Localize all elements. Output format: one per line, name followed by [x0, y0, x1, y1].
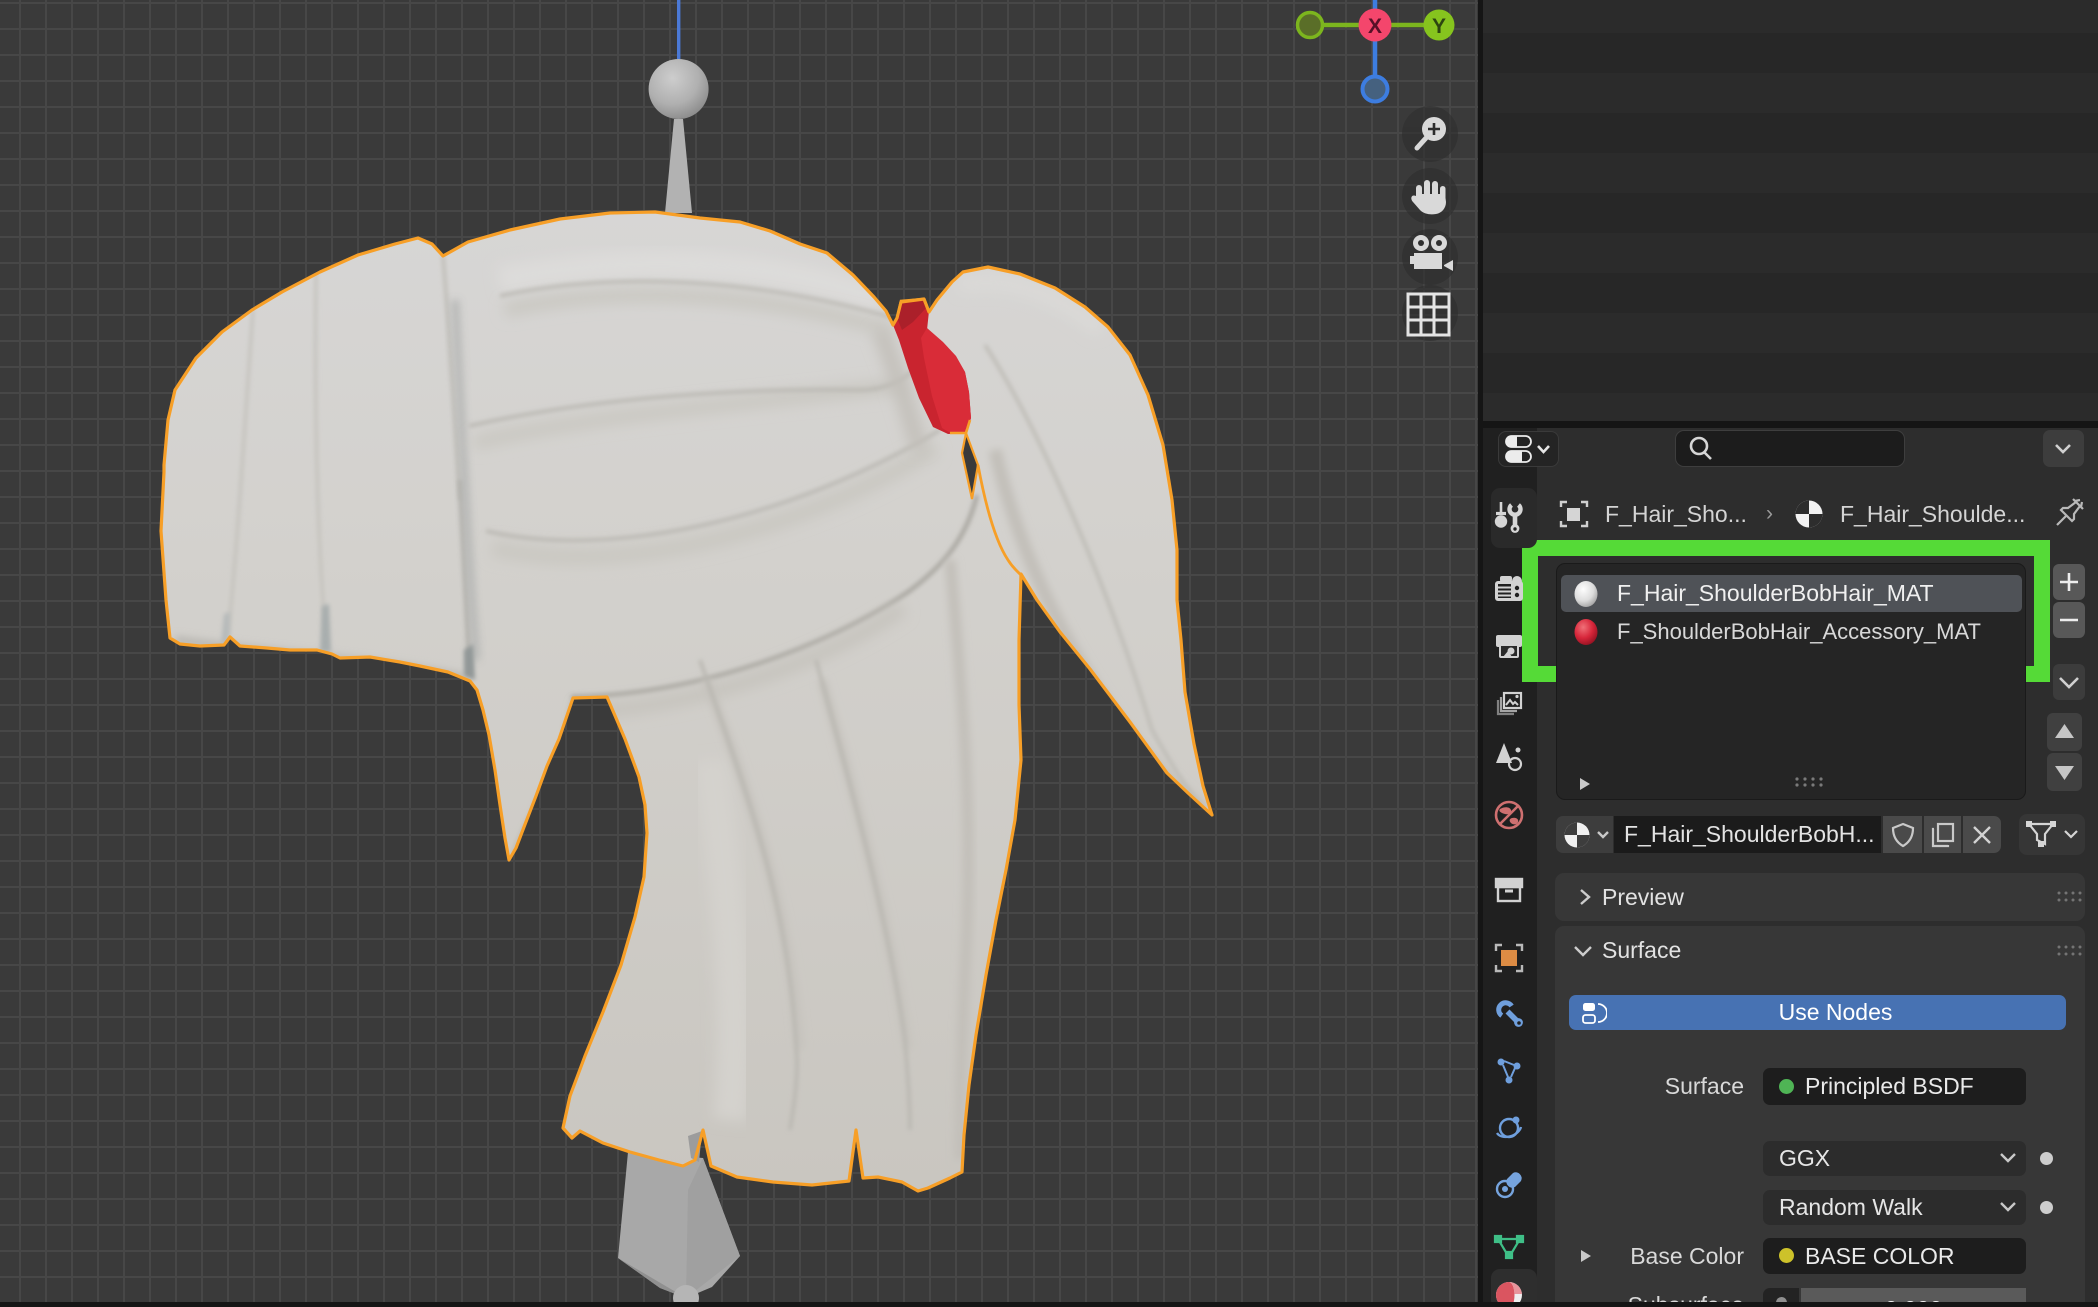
svg-text:Y: Y — [1432, 15, 1446, 38]
svg-text:X: X — [1368, 15, 1382, 38]
